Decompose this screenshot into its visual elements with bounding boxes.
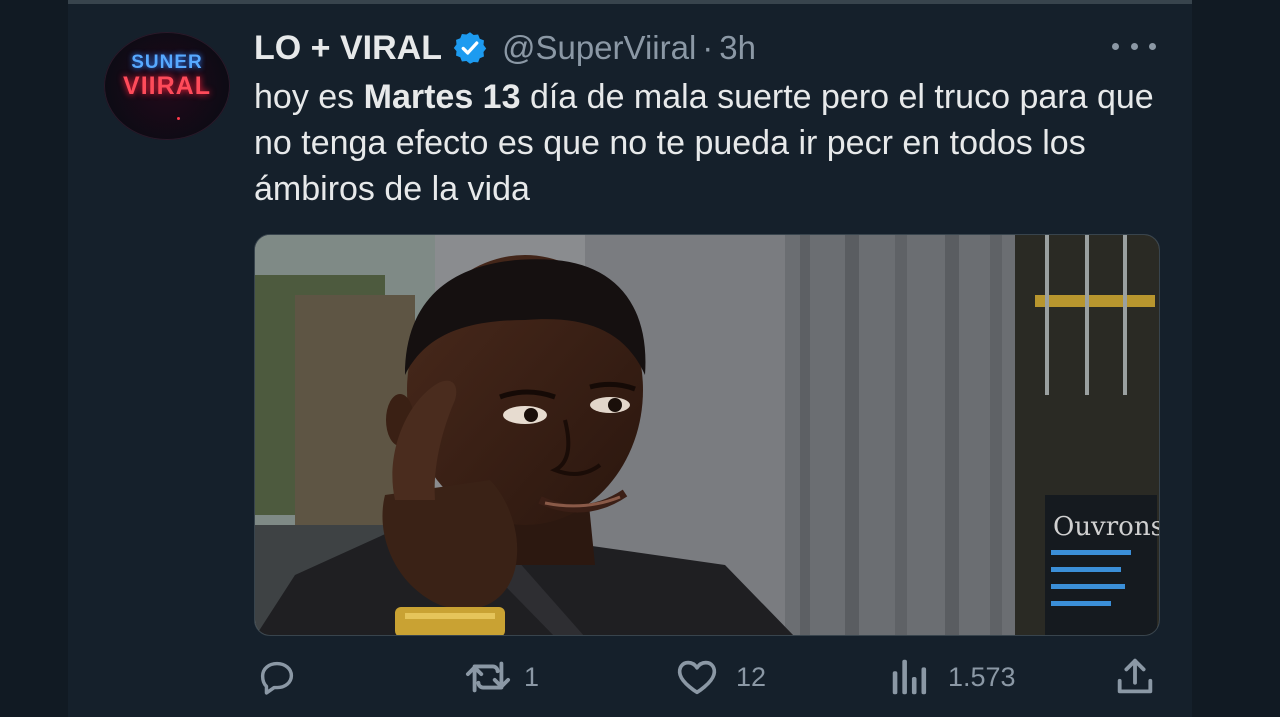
more-options-icon[interactable] — [1112, 34, 1156, 58]
window-sign-text: Ouvrons — [1053, 512, 1160, 542]
retweet-icon — [465, 661, 511, 693]
tweet-card[interactable]: SUNER VIIRAL LO + VIRAL @SuperViiral · 3… — [68, 0, 1192, 717]
retweet-count: 1 — [524, 661, 540, 692]
verified-badge-icon — [452, 30, 488, 66]
separator: · — [702, 29, 714, 66]
display-name[interactable]: LO + VIRAL — [254, 29, 442, 68]
avatar-text-top: SUNER — [131, 52, 203, 73]
heart-icon — [677, 660, 717, 695]
like-button[interactable]: 12 — [674, 654, 766, 700]
like-count: 12 — [736, 661, 767, 692]
share-icon — [1117, 658, 1153, 694]
reply-icon — [260, 661, 294, 695]
share-button[interactable] — [1112, 654, 1158, 700]
handle[interactable]: @SuperViiral — [502, 29, 696, 67]
tweet-header: LO + VIRAL @SuperViiral · 3h — [254, 24, 756, 72]
views-count: 1.573 — [948, 661, 1016, 692]
timestamp[interactable]: 3h — [719, 29, 756, 67]
avatar-text-bottom: VIIRAL — [123, 72, 211, 100]
views-button[interactable]: 1.573 — [888, 654, 1016, 700]
tweet-text: hoy es Martes 13 día de mala suerte pero… — [254, 74, 1154, 212]
views-chart-icon — [892, 659, 927, 695]
tweet-text-start: hoy es — [254, 78, 364, 116]
avatar-dot — [177, 117, 180, 120]
reply-button[interactable] — [254, 654, 316, 700]
tweet-image[interactable]: Ouvrons — [254, 234, 1160, 636]
avatar[interactable]: SUNER VIIRAL — [104, 32, 230, 140]
top-divider — [68, 0, 1192, 4]
meme-photo: Ouvrons — [255, 235, 1160, 635]
tweet-text-bold: Martes 13 — [363, 78, 521, 116]
action-bar: 1 12 1.573 — [254, 654, 1160, 700]
left-margin — [0, 0, 68, 717]
right-margin — [1192, 0, 1280, 717]
retweet-button[interactable]: 1 — [462, 654, 539, 700]
